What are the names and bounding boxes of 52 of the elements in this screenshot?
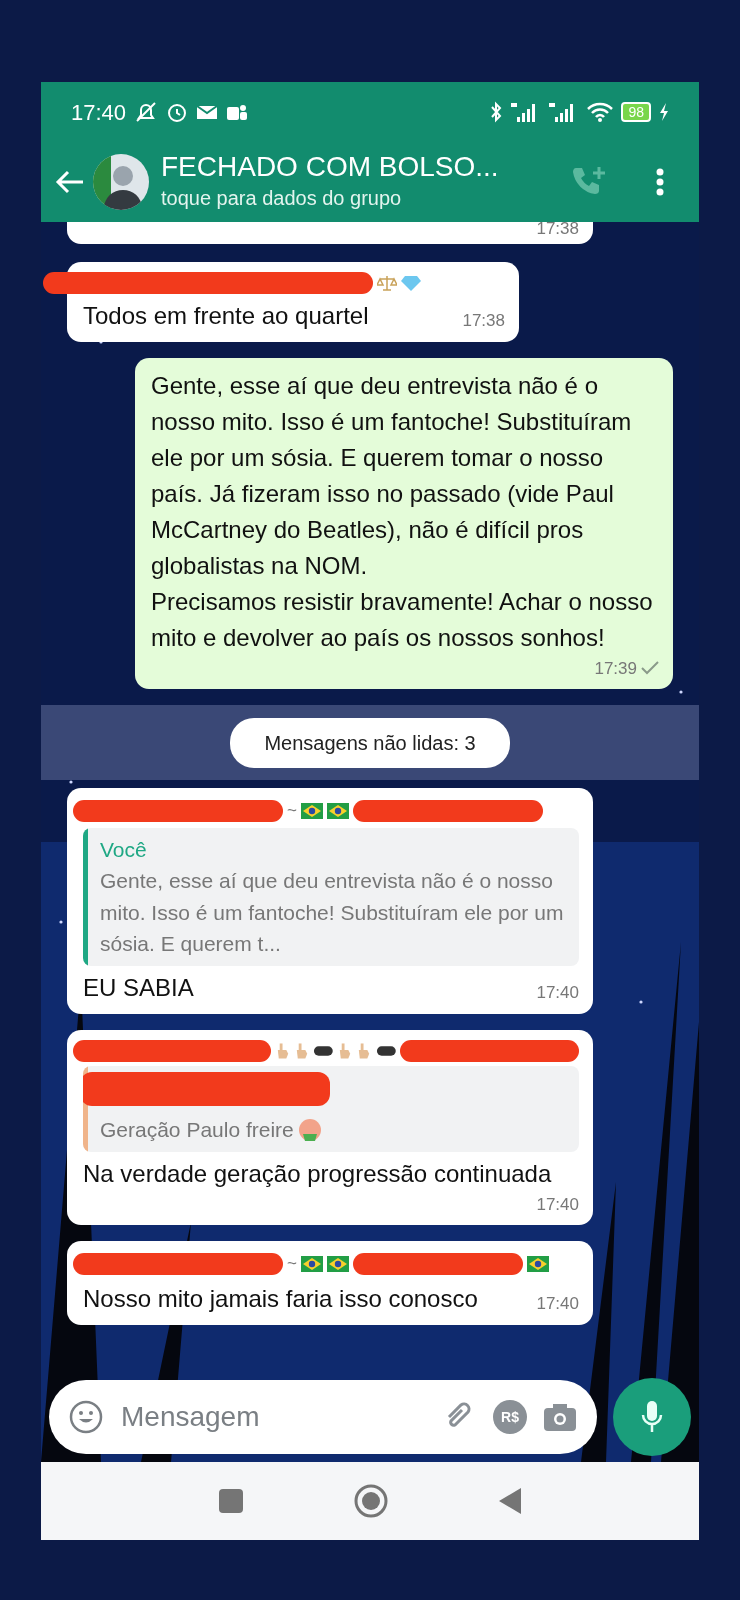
tilde-text: ~ [287,1253,297,1275]
group-title[interactable]: FECHADO COM BOLSO... [161,150,563,184]
quote-text: Geração Paulo freire [100,1117,294,1143]
message-text: Nosso mito jamais faria isso conosco [83,1283,478,1314]
quote-author: Você [100,836,148,863]
flag-icon [326,802,349,819]
mail-icon [196,103,219,121]
back-button[interactable] [498,1487,522,1515]
team-icon [226,102,249,122]
scales-icon [377,273,397,292]
status-time: 17:40 [71,98,127,127]
home-button[interactable] [354,1484,388,1518]
quote-text: Gente, esse aí que deu entrevista não é o nosso mito. Isso é um fantoche! Substituíram ele por um sósia. E querem t... [100,868,565,957]
hand-icon [337,1041,353,1060]
message-time: 17:39 [594,657,637,680]
wifi-icon [587,101,614,123]
flag-icon [300,802,323,819]
charging-icon [659,102,669,122]
message-time: 17:38 [536,222,579,240]
message-text: Todos em frente ao quartel [83,300,369,331]
message-time: 17:40 [536,982,579,1004]
group-avatar[interactable] [93,154,149,210]
recents-button[interactable] [218,1488,244,1514]
message-time: 17:38 [462,310,505,332]
more-options-icon[interactable] [655,167,665,197]
message-field[interactable]: Mensagem R$ [49,1380,597,1454]
emoji-icon[interactable] [69,1400,103,1434]
muted-bell-icon [134,101,159,123]
quoted-message[interactable]: Geração Paulo freire [83,1065,579,1152]
tilde-text: ~ [287,800,297,822]
unread-divider: Mensagens não lidas: 3 [230,717,510,768]
bluetooth-icon [489,101,504,123]
alarm-icon [166,101,189,123]
battery-indicator: 98 [621,102,651,122]
flag-icon [326,1255,349,1272]
hand-icon [356,1041,372,1060]
message-time: 17:40 [536,1293,579,1315]
payment-button[interactable]: R$ [493,1400,527,1434]
flag-icon [300,1255,323,1272]
gem-icon [401,273,421,292]
quoted-message[interactable]: Você Gente, esse aí que deu entrevista não é o nosso mito. Isso é um fantoche! Substituíram ele por um sósia. E querem t... [83,827,579,966]
group-subtitle[interactable]: toque para dados do grupo [161,183,563,214]
message-time: 17:40 [536,1193,579,1216]
check-icon [641,661,659,676]
camera-icon[interactable] [543,1402,577,1432]
message-text: Na verdade geração progressão continuada [83,1158,552,1189]
message-text: EU SABIA [83,972,194,1003]
sick-face-icon [297,1117,322,1142]
microphone-icon [640,1400,664,1434]
message-text: Gente, esse aí que deu entrevista não é o nosso mito. Isso é um fantoche! Substituíram ele por um sósia. E querem tomar o nosso país. Já fizeram isso no passado (vide Paul McCartney do Beatles), não é difícil pros globalistas na NOM. Precisamos resistir bravamente! Achar o nosso mito e devolver ao país os nossos sonhos! [151,370,654,653]
flag-icon [526,1255,549,1272]
back-arrow-icon[interactable] [55,169,85,195]
